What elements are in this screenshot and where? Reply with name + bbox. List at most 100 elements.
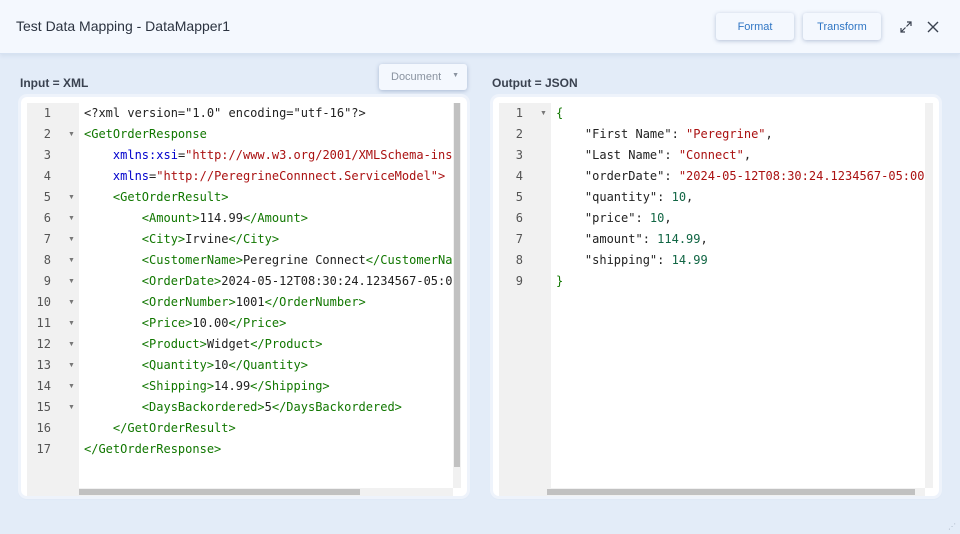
- code-token: }: [556, 274, 564, 288]
- code-token: "First Name":: [556, 127, 687, 141]
- code-line: <OrderDate>2024-05-12T08:30:24.1234567-0…: [84, 271, 453, 292]
- code-line: </GetOrderResult>: [84, 418, 236, 439]
- code-line: "amount": 114.99,: [556, 229, 708, 250]
- line-number: 8: [515, 253, 523, 267]
- fold-arrow-icon[interactable]: ▼: [68, 376, 76, 397]
- code-line: <City>Irvine</City>: [84, 229, 279, 250]
- code-line: "First Name": "Peregrine",: [556, 124, 773, 145]
- code-token: <OrderNumber>: [84, 295, 236, 309]
- line-number: 5: [43, 190, 51, 204]
- code-token: "http://www.w3.org/2001/XMLSchema-instan…: [185, 148, 453, 162]
- document-select[interactable]: Document ▼: [379, 64, 467, 90]
- code-token: </GetOrderResponse>: [84, 442, 222, 456]
- code-token: 1001: [235, 295, 265, 309]
- line-number: 3: [515, 148, 523, 162]
- input-xml-editor[interactable]: 1 2 ▼ 3 4 5 ▼ 6 ▼ 7 ▼ 8 ▼ 9 ▼ 10 ▼ 11 ▼ 12 ▼ 13 ▼ 14 ▼ 15 ▼ 16 17 <?…: [21, 97, 467, 496]
- code-token: "quantity":: [556, 190, 672, 204]
- output-json-editor[interactable]: 1 ▼ 2 3 4 5 6 7 8 9 { "First Name": "Peregrine", …: [493, 97, 939, 496]
- code-token: </CustomerName>: [365, 253, 453, 267]
- transform-button[interactable]: Transform: [803, 13, 881, 40]
- code-token: 10.00: [192, 316, 229, 330]
- line-number: 6: [515, 211, 523, 225]
- fold-arrow-icon[interactable]: ▼: [68, 250, 76, 271]
- code-token: <Amount>: [84, 211, 200, 225]
- code-area[interactable]: { "First Name": "Peregrine", "Last Name"…: [556, 103, 925, 488]
- code-token: </DaysBackordered>: [271, 400, 402, 414]
- line-number: 6: [43, 211, 51, 225]
- line-number: 10: [36, 295, 51, 309]
- code-token: </Price>: [228, 316, 287, 330]
- horizontal-scrollbar[interactable]: [79, 488, 453, 496]
- code-token: xmlns: [112, 169, 150, 183]
- code-line: }: [556, 271, 563, 292]
- code-line: "orderDate": "2024-05-12T08:30:24.123456…: [556, 166, 925, 187]
- code-token: Peregrine Connect: [242, 253, 366, 267]
- code-line: <?xml version="1.0" encoding="utf-16"?>: [84, 103, 366, 124]
- fold-arrow-icon[interactable]: ▼: [68, 124, 76, 145]
- fold-arrow-icon[interactable]: ▼: [68, 313, 76, 334]
- line-number: 13: [36, 358, 51, 372]
- code-token: 14.99: [671, 253, 708, 267]
- code-line: <Price>10.00</Price>: [84, 313, 287, 334]
- expand-icon[interactable]: [896, 17, 916, 37]
- code-token: 114.99: [199, 211, 243, 225]
- line-number: 1: [43, 106, 51, 120]
- line-number: 5: [515, 190, 523, 204]
- line-number: 16: [36, 421, 51, 435]
- fold-arrow-icon[interactable]: ▼: [68, 229, 76, 250]
- resize-grip-icon[interactable]: ⋰: [948, 522, 958, 532]
- fold-arrow-icon[interactable]: ▼: [68, 334, 76, 355]
- code-token: "price":: [556, 211, 650, 225]
- code-line: <CustomerName>Peregrine Connect</Custome…: [84, 250, 453, 271]
- fold-arrow-icon[interactable]: ▼: [68, 187, 76, 208]
- horizontal-scrollbar[interactable]: [547, 488, 925, 496]
- code-line: <Shipping>14.99</Shipping>: [84, 376, 330, 397]
- code-token: ,: [664, 211, 672, 225]
- code-token: "shipping":: [556, 253, 672, 267]
- close-icon[interactable]: [923, 17, 943, 37]
- fold-arrow-icon[interactable]: ▼: [540, 103, 548, 124]
- code-line: <GetOrderResponse: [84, 124, 207, 145]
- code-token: <Product>: [84, 337, 207, 351]
- code-line: </GetOrderResponse>: [84, 439, 221, 460]
- code-area[interactable]: <?xml version="1.0" encoding="utf-16"?> <…: [84, 103, 453, 488]
- fold-arrow-icon[interactable]: ▼: [68, 355, 76, 376]
- code-token: "amount":: [556, 232, 658, 246]
- line-number: 17: [36, 442, 51, 456]
- scrollbar-thumb[interactable]: [79, 489, 360, 495]
- code-line: <DaysBackordered>5</DaysBackordered>: [84, 397, 402, 418]
- code-token: 10: [649, 211, 665, 225]
- fold-arrow-icon[interactable]: ▼: [68, 271, 76, 292]
- format-button[interactable]: Format: [716, 13, 794, 40]
- code-line: xmlns="http://PeregrineConnnect.ServiceM…: [84, 166, 445, 187]
- code-line: {: [556, 103, 563, 124]
- line-number: 8: [43, 253, 51, 267]
- scrollbar-thumb[interactable]: [454, 103, 460, 467]
- dialog-header: Test Data Mapping - DataMapper1 Format T…: [0, 0, 960, 54]
- code-token: "Peregrine": [686, 127, 766, 141]
- code-token: Widget: [206, 337, 251, 351]
- code-token: xmlns:xsi: [112, 148, 178, 162]
- code-token: ,: [700, 232, 708, 246]
- code-token: </Shipping>: [250, 379, 330, 393]
- code-token: ,: [686, 190, 694, 204]
- code-token: <CustomerName>: [84, 253, 243, 267]
- line-number: 4: [515, 169, 523, 183]
- vertical-scrollbar[interactable]: [925, 103, 933, 488]
- code-token: <GetOrderResult>: [84, 190, 229, 204]
- fold-arrow-icon[interactable]: ▼: [68, 292, 76, 313]
- code-token: "http://PeregrineConnnect.ServiceModel">: [156, 169, 446, 183]
- code-token: ,: [743, 148, 752, 162]
- code-line: xmlns:xsi="http://www.w3.org/2001/XMLSch…: [84, 145, 453, 166]
- input-panel-label: Input = XML: [20, 76, 89, 90]
- scrollbar-thumb[interactable]: [547, 489, 915, 495]
- code-token: 5: [264, 400, 272, 414]
- fold-arrow-icon[interactable]: ▼: [68, 397, 76, 418]
- vertical-scrollbar[interactable]: [453, 103, 461, 488]
- code-token: "2024-05-12T08:30:24.1234567-05:00": [678, 169, 925, 183]
- fold-arrow-icon[interactable]: ▼: [68, 208, 76, 229]
- line-number: 7: [43, 232, 51, 246]
- line-number: 4: [43, 169, 51, 183]
